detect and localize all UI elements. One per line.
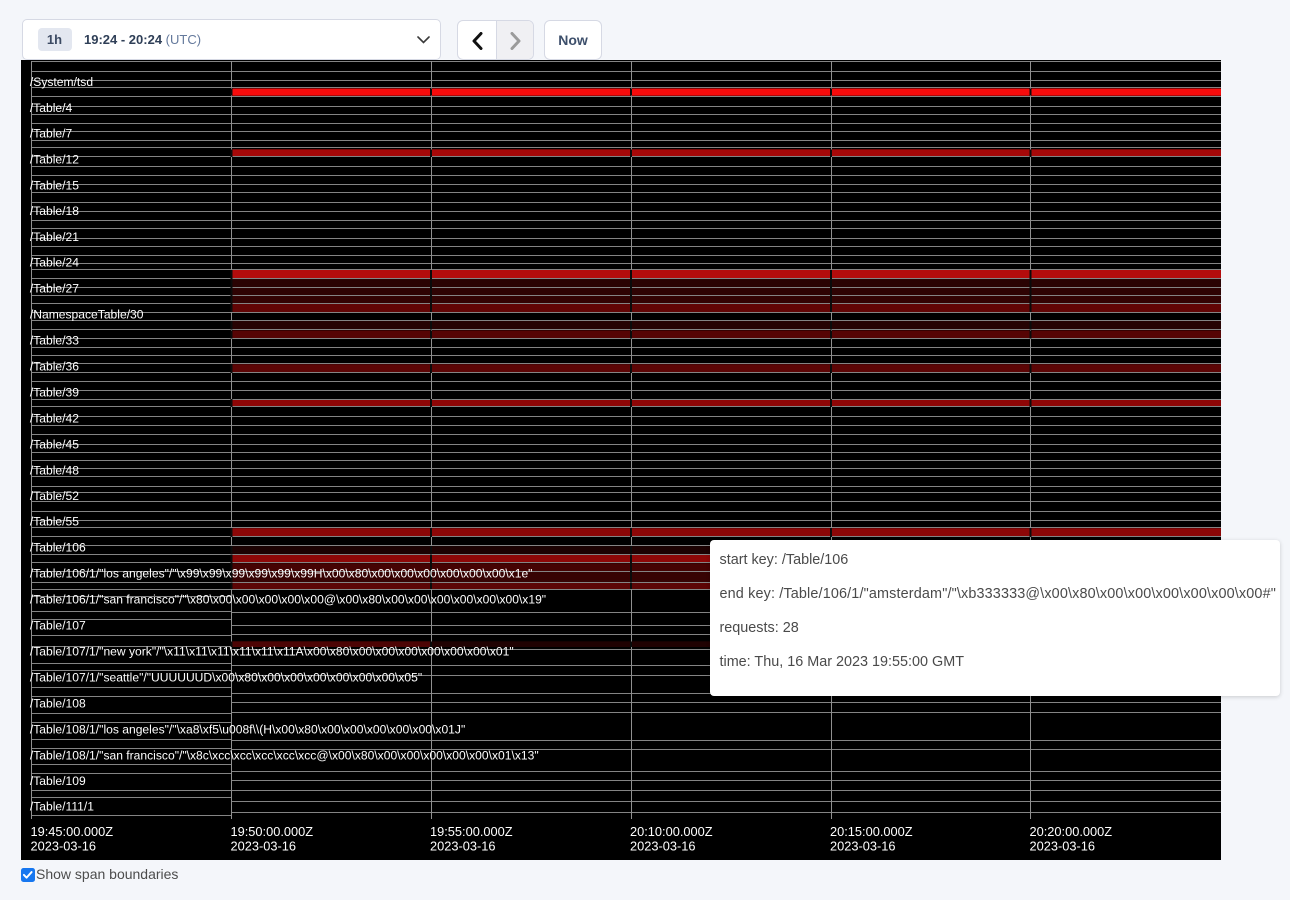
svg-text:19:45:00.000Z: 19:45:00.000Z: [31, 824, 114, 839]
svg-text:/Table/107/1/"new york"/"\x11\: /Table/107/1/"new york"/"\x11\x11\x11\x1…: [30, 645, 514, 659]
svg-text:/NamespaceTable/30: /NamespaceTable/30: [30, 308, 144, 322]
svg-text:/Table/24: /Table/24: [30, 256, 79, 270]
svg-text:/Table/107: /Table/107: [30, 619, 86, 633]
svg-text:2023-03-16: 2023-03-16: [830, 839, 895, 854]
svg-text:/Table/36: /Table/36: [30, 360, 79, 374]
svg-text:/Table/108/1/"san francisco"/": /Table/108/1/"san francisco"/"\x8c\xcc\x…: [30, 749, 539, 763]
svg-text:2023-03-16: 2023-03-16: [1030, 839, 1095, 854]
svg-text:20:20:00.000Z: 20:20:00.000Z: [1030, 824, 1113, 839]
svg-text:/Table/4: /Table/4: [30, 101, 73, 115]
svg-text:/Table/12: /Table/12: [30, 153, 79, 167]
svg-text:/Table/33: /Table/33: [30, 334, 79, 348]
svg-text:/Table/106/1/"los angeles"/"\x: /Table/106/1/"los angeles"/"\x99\x99\x99…: [30, 567, 533, 581]
svg-text:/Table/52: /Table/52: [30, 489, 79, 503]
svg-text:/Table/106/1/"san francisco"/": /Table/106/1/"san francisco"/"\x80\x00\x…: [30, 593, 546, 607]
svg-text:/Table/108: /Table/108: [30, 697, 86, 711]
svg-text:/Table/21: /Table/21: [30, 230, 79, 244]
svg-text:19:55:00.000Z: 19:55:00.000Z: [430, 824, 513, 839]
svg-text:20:10:00.000Z: 20:10:00.000Z: [630, 824, 713, 839]
svg-text:/Table/111/1: /Table/111/1: [30, 800, 94, 814]
svg-text:/Table/109: /Table/109: [30, 774, 86, 788]
svg-text:/Table/39: /Table/39: [30, 386, 79, 400]
svg-text:/Table/48: /Table/48: [30, 464, 79, 478]
svg-text:2023-03-16: 2023-03-16: [430, 839, 495, 854]
svg-text:/Table/15: /Table/15: [30, 179, 79, 193]
svg-text:/Table/107/1/"seattle"/"UUUUUU: /Table/107/1/"seattle"/"UUUUUUD\x00\x80\…: [30, 671, 422, 685]
svg-text:/Table/108/1/"los angeles"/"\x: /Table/108/1/"los angeles"/"\xa8\xf5\u00…: [30, 723, 465, 737]
svg-text:/Table/42: /Table/42: [30, 412, 79, 426]
svg-text:2023-03-16: 2023-03-16: [231, 839, 296, 854]
svg-text:2023-03-16: 2023-03-16: [630, 839, 695, 854]
svg-text:/Table/45: /Table/45: [30, 438, 79, 452]
svg-text:/Table/18: /Table/18: [30, 204, 79, 218]
svg-text:20:15:00.000Z: 20:15:00.000Z: [830, 824, 913, 839]
svg-text:/Table/106: /Table/106: [30, 541, 86, 555]
svg-text:/Table/55: /Table/55: [30, 515, 79, 529]
svg-text:/Table/7: /Table/7: [30, 127, 73, 141]
svg-text:19:50:00.000Z: 19:50:00.000Z: [231, 824, 314, 839]
svg-text:/Table/27: /Table/27: [30, 282, 79, 296]
svg-text:/System/tsd: /System/tsd: [30, 75, 93, 89]
svg-text:2023-03-16: 2023-03-16: [31, 839, 96, 854]
